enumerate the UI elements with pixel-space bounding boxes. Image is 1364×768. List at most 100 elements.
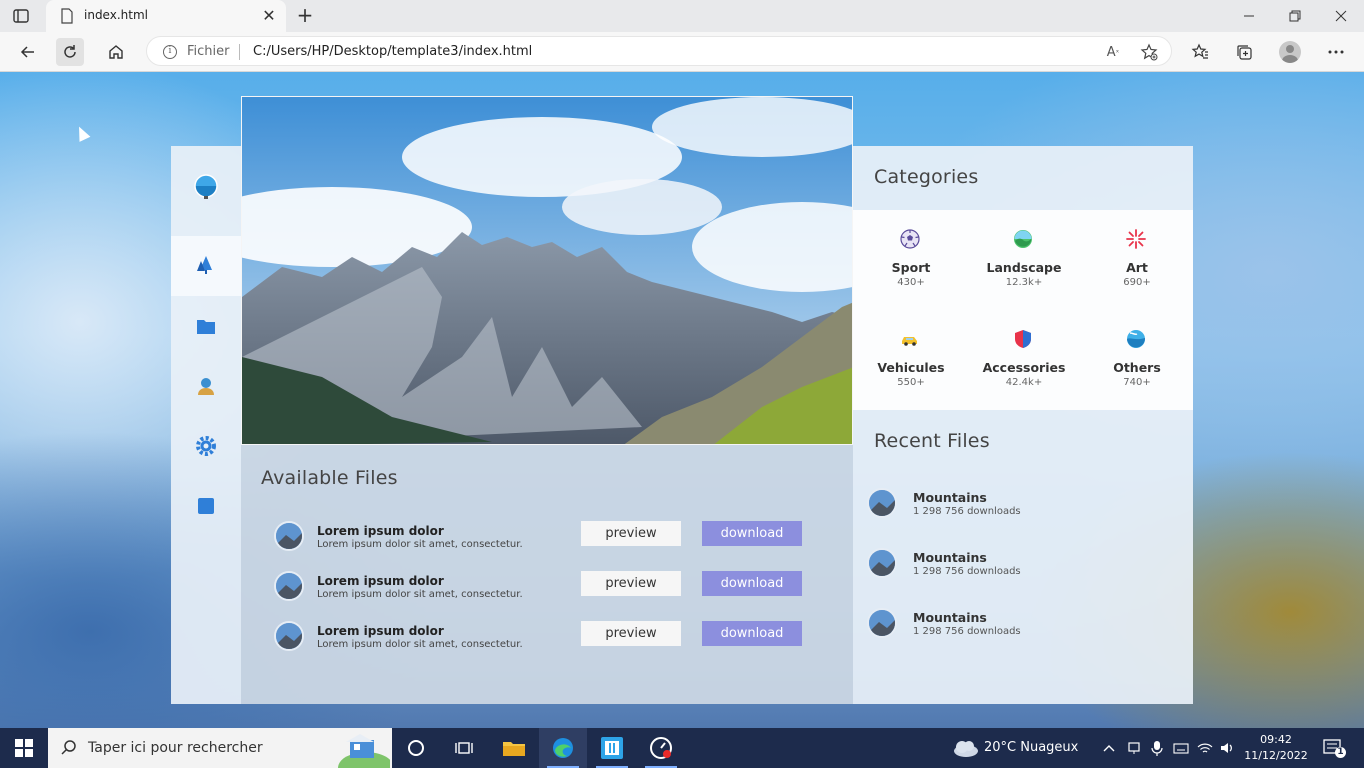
shield-icon <box>1015 330 1031 348</box>
category-count: 740+ <box>1123 377 1151 388</box>
file-title: Lorem ipsum dolor <box>317 524 444 538</box>
read-aloud-icon[interactable]: Aˣ <box>1103 42 1123 62</box>
right-panel: Categories Sport 430+ Landscape 12.3k+ A… <box>853 146 1193 704</box>
user-icon[interactable] <box>195 375 217 397</box>
browser-tab-bar: index.html ✕ + <box>0 0 1364 32</box>
preview-button[interactable]: preview <box>581 521 681 546</box>
keyboard-icon[interactable] <box>1173 740 1189 756</box>
tab-actions-icon[interactable] <box>12 7 30 25</box>
restore-button[interactable] <box>1272 4 1318 28</box>
reload-button[interactable] <box>56 38 84 66</box>
weather-text[interactable]: 20°C Nuageux <box>984 740 1078 755</box>
edge-taskbar-icon[interactable] <box>539 728 587 768</box>
screen-recorder-icon[interactable] <box>637 728 685 768</box>
notification-center-icon[interactable]: 1 <box>1323 739 1346 758</box>
category-name: Landscape <box>986 260 1062 275</box>
taskbar-search[interactable]: Taper ici pour rechercher <box>48 728 392 768</box>
volume-icon[interactable] <box>1219 740 1235 756</box>
tab-title: index.html <box>84 8 148 22</box>
file-explorer-icon[interactable] <box>490 728 538 768</box>
clock-time: 09:42 <box>1260 733 1292 746</box>
browser-toolbar: i Fichier C:/Users/HP/Desktop/template3/… <box>0 32 1364 72</box>
url-text[interactable]: C:/Users/HP/Desktop/template3/index.html <box>253 44 532 59</box>
recent-file-item[interactable]: Mountains 1 298 756 downloads <box>867 488 1187 522</box>
file-title: Lorem ipsum dolor <box>317 574 444 588</box>
file-description: Lorem ipsum dolor sit amet, consectetur. <box>317 589 523 600</box>
stop-square-icon[interactable] <box>195 495 217 517</box>
network-device-icon[interactable] <box>1126 740 1142 756</box>
download-button[interactable]: download <box>702 571 802 596</box>
browser-tab[interactable]: index.html ✕ <box>46 0 286 32</box>
categories-title: Categories <box>874 166 979 188</box>
recent-file-title: Mountains <box>913 550 987 565</box>
trees-icon[interactable] <box>195 254 217 276</box>
profile-globe-icon[interactable] <box>193 174 219 200</box>
category-count: 12.3k+ <box>1005 277 1043 288</box>
category-accessories[interactable]: Accessories 42.4k+ <box>967 328 1077 418</box>
file-row: Lorem ipsum dolor Lorem ipsum dolor sit … <box>241 571 853 605</box>
minimize-button[interactable] <box>1226 4 1272 28</box>
recent-file-thumbnail <box>867 548 897 578</box>
more-icon[interactable] <box>1325 41 1347 63</box>
page-viewport: Available Files Lorem ipsum dolor Lorem … <box>0 72 1364 728</box>
category-art[interactable]: Art 690+ <box>1080 228 1190 318</box>
gear-icon[interactable] <box>195 435 217 457</box>
sidebar <box>171 146 241 704</box>
recent-file-item[interactable]: Mountains 1 298 756 downloads <box>867 608 1187 642</box>
category-count: 550+ <box>897 377 925 388</box>
folder-icon[interactable] <box>195 315 217 337</box>
download-button[interactable]: download <box>702 521 802 546</box>
file-title: Lorem ipsum dolor <box>317 624 444 638</box>
microphone-icon[interactable] <box>1149 740 1165 756</box>
recent-file-item[interactable]: Mountains 1 298 756 downloads <box>867 548 1187 582</box>
category-name: Art <box>1126 260 1148 275</box>
code-editor-icon[interactable] <box>588 728 636 768</box>
recent-file-thumbnail <box>867 488 897 518</box>
wifi-icon[interactable] <box>1197 740 1213 756</box>
file-thumbnail <box>274 521 304 551</box>
chevron-up-icon[interactable] <box>1101 740 1117 756</box>
file-row: Lorem ipsum dolor Lorem ipsum dolor sit … <box>241 521 853 555</box>
category-sport[interactable]: Sport 430+ <box>854 228 964 318</box>
globe-icon <box>1127 330 1146 348</box>
back-button[interactable] <box>14 38 42 66</box>
task-view-icon[interactable] <box>440 728 488 768</box>
mouse-cursor <box>73 124 91 142</box>
recent-file-title: Mountains <box>913 610 987 625</box>
landscape-icon <box>1014 230 1032 248</box>
search-placeholder: Taper ici pour rechercher <box>88 740 263 756</box>
recent-file-downloads: 1 298 756 downloads <box>913 506 1021 517</box>
file-description: Lorem ipsum dolor sit amet, consectetur. <box>317 639 523 650</box>
info-icon[interactable]: i <box>163 45 177 59</box>
category-count: 690+ <box>1123 277 1151 288</box>
cortana-icon[interactable] <box>392 728 440 768</box>
url-separator <box>239 44 240 60</box>
collections-icon[interactable] <box>1233 41 1255 63</box>
address-bar[interactable]: i Fichier C:/Users/HP/Desktop/template3/… <box>146 36 1172 66</box>
windows-logo-icon <box>15 739 33 757</box>
category-others[interactable]: Others 740+ <box>1080 328 1190 418</box>
new-tab-button[interactable]: + <box>294 3 316 27</box>
preview-button[interactable]: preview <box>581 621 681 646</box>
taskbar-clock[interactable]: 09:42 11/12/2022 <box>1236 732 1316 764</box>
profile-icon[interactable] <box>1279 41 1301 63</box>
search-icon <box>61 740 76 755</box>
file-thumbnail <box>274 571 304 601</box>
close-tab-icon[interactable]: ✕ <box>260 6 278 25</box>
category-landscape[interactable]: Landscape 12.3k+ <box>967 228 1077 318</box>
category-name: Vehicules <box>877 360 945 375</box>
firework-icon <box>1126 229 1146 249</box>
favorites-icon[interactable] <box>1189 41 1211 63</box>
recent-file-title: Mountains <box>913 490 987 505</box>
add-favorite-icon[interactable] <box>1139 42 1159 62</box>
notification-count: 1 <box>1335 747 1346 758</box>
home-button[interactable] <box>102 38 130 66</box>
start-button[interactable] <box>0 728 48 768</box>
file-description: Lorem ipsum dolor sit amet, consectetur. <box>317 539 523 550</box>
download-button[interactable]: download <box>702 621 802 646</box>
category-vehicules[interactable]: Vehicules 550+ <box>854 328 964 418</box>
back-icon <box>20 46 34 58</box>
close-window-button[interactable] <box>1318 4 1364 28</box>
preview-button[interactable]: preview <box>581 571 681 596</box>
car-icon <box>902 337 917 346</box>
